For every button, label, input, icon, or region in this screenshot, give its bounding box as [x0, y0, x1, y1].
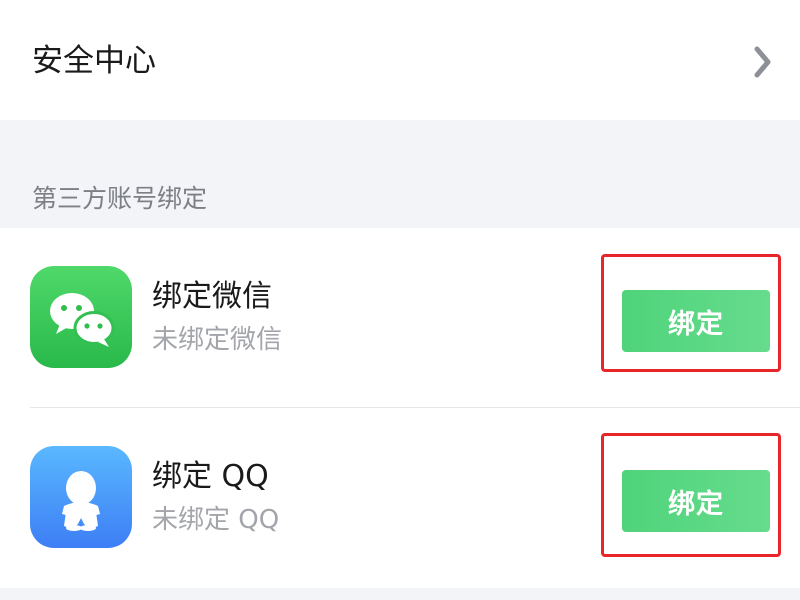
wechat-binding-row: 绑定微信 未绑定微信 绑定 — [0, 228, 800, 408]
security-center-row[interactable]: 安全中心 — [0, 0, 800, 120]
bottom-background-strip — [0, 588, 800, 600]
qq-binding-row: 绑定 QQ 未绑定 QQ 绑定 — [0, 408, 800, 588]
chevron-right-icon — [754, 46, 771, 78]
account-settings-screen: 安全中心 第三方账号绑定 绑定微信 未绑定微信 绑定 绑定 QQ 未绑定 QQ … — [0, 0, 800, 600]
qq-icon — [30, 446, 132, 548]
third-party-binding-card: 绑定微信 未绑定微信 绑定 绑定 QQ 未绑定 QQ 绑定 — [0, 228, 800, 588]
wechat-icon — [30, 266, 132, 368]
bind-wechat-button[interactable]: 绑定 — [622, 290, 770, 352]
wechat-binding-status: 未绑定微信 — [152, 325, 283, 355]
wechat-binding-title: 绑定微信 — [152, 279, 272, 314]
bind-qq-button[interactable]: 绑定 — [622, 470, 770, 532]
qq-binding-status: 未绑定 QQ — [152, 505, 280, 535]
qq-binding-title: 绑定 QQ — [152, 459, 269, 494]
section-title-third-party: 第三方账号绑定 — [32, 184, 208, 213]
security-center-label: 安全中心 — [32, 43, 156, 79]
